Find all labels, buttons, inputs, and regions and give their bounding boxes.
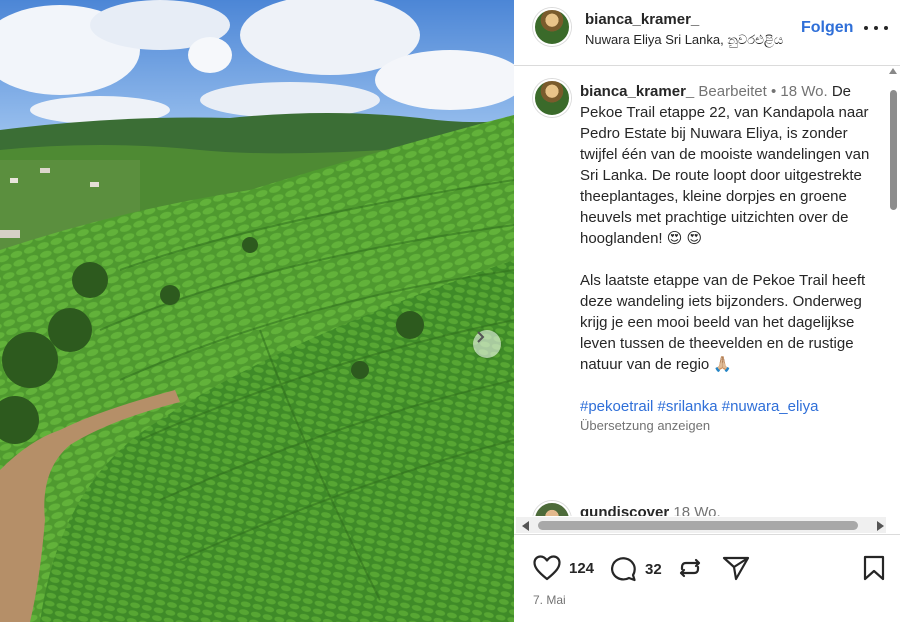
avatar[interactable] bbox=[533, 8, 571, 46]
more-horizontal-icon[interactable] bbox=[864, 18, 888, 38]
post-photo[interactable] bbox=[0, 0, 514, 622]
vertical-scrollbar[interactable] bbox=[888, 68, 898, 516]
heart-icon[interactable] bbox=[533, 555, 561, 581]
post-location[interactable]: Nuwara Eliya Sri Lanka, නුවරඑළිය bbox=[585, 32, 783, 48]
action-bar: 124 32 7. Mai bbox=[514, 534, 900, 622]
like-action[interactable]: 124 bbox=[533, 555, 594, 581]
post-caption: bianca_kramer_ Bearbeitet • 18 Wo. De Pe… bbox=[580, 81, 880, 435]
next-image-button[interactable] bbox=[473, 330, 501, 358]
save-action[interactable] bbox=[862, 555, 886, 581]
scroll-left-icon[interactable] bbox=[522, 521, 529, 531]
comment-count[interactable]: 32 bbox=[645, 561, 662, 578]
hashtags[interactable]: #pekoetrail #srilanka #nuwara_eliya bbox=[580, 396, 880, 417]
translate-link[interactable]: Übersetzung anzeigen bbox=[580, 417, 880, 435]
caption-paragraph-1: De Pekoe Trail etappe 22, van Kandapola … bbox=[580, 83, 870, 247]
follow-button[interactable]: Folgen bbox=[801, 19, 853, 37]
like-count[interactable]: 124 bbox=[569, 560, 594, 577]
comment-avatar[interactable] bbox=[533, 501, 571, 516]
comment-username[interactable]: gundiscover bbox=[580, 504, 669, 516]
repost-action[interactable] bbox=[677, 555, 703, 581]
post-date: 7. Mai bbox=[533, 593, 566, 607]
scroll-right-icon[interactable] bbox=[877, 521, 884, 531]
share-icon[interactable] bbox=[722, 555, 750, 581]
scroll-up-icon[interactable] bbox=[889, 68, 897, 74]
bookmark-icon[interactable] bbox=[862, 555, 886, 581]
caption-username[interactable]: bianca_kramer_ bbox=[580, 83, 694, 100]
repost-icon[interactable] bbox=[677, 555, 703, 581]
scroll-thumb-horizontal[interactable] bbox=[538, 521, 858, 530]
scroll-thumb[interactable] bbox=[890, 90, 897, 210]
horizontal-scrollbar[interactable] bbox=[516, 517, 886, 533]
comment-time: 18 Wo. bbox=[673, 504, 721, 516]
chevron-right-icon bbox=[477, 331, 485, 343]
author-username[interactable]: bianca_kramer_ bbox=[585, 11, 699, 28]
share-action[interactable] bbox=[722, 555, 750, 581]
post-header: bianca_kramer_ Nuwara Eliya Sri Lanka, න… bbox=[514, 0, 900, 66]
caption-paragraph-2: Als laatste etappe van de Pekoe Trail he… bbox=[580, 272, 866, 373]
comment-icon[interactable] bbox=[609, 555, 637, 583]
caption-time: 18 Wo. bbox=[780, 83, 828, 100]
caption-avatar[interactable] bbox=[533, 79, 571, 117]
tea-plantation-image bbox=[0, 0, 514, 622]
comments-area[interactable]: bianca_kramer_ Bearbeitet • 18 Wo. De Pe… bbox=[514, 67, 900, 516]
comment-action[interactable]: 32 bbox=[609, 555, 662, 583]
edited-label: Bearbeitet bbox=[698, 83, 767, 100]
meta-separator: • bbox=[770, 83, 777, 100]
